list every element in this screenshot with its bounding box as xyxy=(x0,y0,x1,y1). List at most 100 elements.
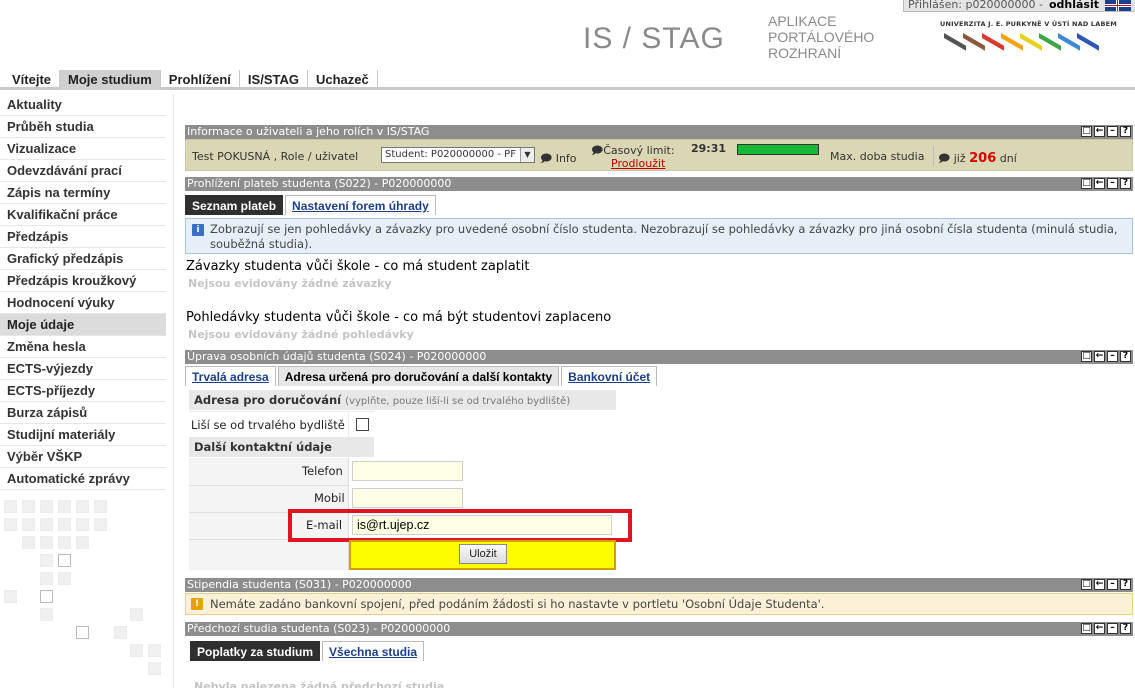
minimize-icon[interactable]: – xyxy=(1107,579,1118,590)
arrow-left-icon[interactable]: ← xyxy=(1094,351,1105,362)
sidebar-item[interactable]: ECTS-výjezdy xyxy=(0,358,166,380)
empty-state: Nejsou evidovány žádné závazky xyxy=(188,277,392,290)
tab-all-studies[interactable]: Všechna studia xyxy=(322,641,425,661)
minimize-icon[interactable]: – xyxy=(1107,126,1118,137)
sidebar-item[interactable]: Aktuality xyxy=(0,94,166,116)
arrow-left-icon[interactable]: ← xyxy=(1094,178,1105,189)
arrow-left-icon[interactable]: ← xyxy=(1094,623,1105,634)
divider xyxy=(189,485,349,486)
window-icon[interactable]: □ xyxy=(1081,579,1092,590)
sidebar-item[interactable]: Studijní materiály xyxy=(0,424,166,446)
decorative-square xyxy=(40,518,53,531)
tab-1[interactable]: Moje studium xyxy=(60,70,161,90)
sidebar-item[interactable]: Kvalifikační práce xyxy=(0,204,166,226)
logout-link[interactable]: odhlásit xyxy=(1049,0,1099,10)
personal-tabs: Trvalá adresa Adresa určená pro doručová… xyxy=(185,366,658,386)
role-select[interactable]: Student: P020000000 - PF ▼ xyxy=(381,147,535,163)
decorative-square xyxy=(148,644,161,657)
sidebar-item[interactable]: Automatické zprávy xyxy=(0,468,166,490)
app-subtitle-line: PORTÁLOVÉHO xyxy=(768,29,875,45)
extend-link[interactable]: Prodloužit xyxy=(611,157,665,170)
decorative-square xyxy=(58,554,71,567)
decorative-square xyxy=(40,536,53,549)
sidebar-item[interactable]: Změna hesla xyxy=(0,336,166,358)
minimize-icon[interactable]: – xyxy=(1107,178,1118,189)
sidebar-item[interactable]: Předzápis xyxy=(0,226,166,248)
sidebar-item[interactable]: Zápis na termíny xyxy=(0,182,166,204)
portlet-controls: □ ← –? xyxy=(1081,351,1131,362)
tab-study-fees[interactable]: Poplatky za studium xyxy=(190,641,321,661)
tab-payment-forms[interactable]: Nastavení forem úhrady xyxy=(285,195,436,215)
sidebar-item[interactable]: Průběh studia xyxy=(0,116,166,138)
window-icon[interactable]: □ xyxy=(1081,178,1092,189)
help-icon[interactable]: ? xyxy=(1120,623,1131,634)
decorative-square xyxy=(76,500,89,513)
info-link[interactable]: 🗩 Info xyxy=(540,150,577,169)
payments-tabs: Seznam plateb Nastavení forem úhrady xyxy=(185,195,436,215)
save-button[interactable]: Uložit xyxy=(459,544,507,564)
chevron-down-icon[interactable]: ▼ xyxy=(520,148,534,162)
english-flag-icon[interactable] xyxy=(1105,0,1131,11)
window-icon[interactable]: □ xyxy=(1081,623,1092,634)
info-notice: i Zobrazují se jen pohledávky a závazky … xyxy=(185,218,1133,254)
logo-stripes-icon xyxy=(940,31,1100,57)
portlet-header-previous: Předchozí studia studenta (S023) - P0200… xyxy=(185,622,1133,636)
portlet-header-payments: Prohlížení plateb studenta (S022) - P020… xyxy=(185,177,1133,191)
comment-icon: 🗩 xyxy=(591,144,604,157)
tab-bank-account[interactable]: Bankovní účet xyxy=(561,366,658,386)
days-value: 206 xyxy=(969,151,997,166)
arrow-left-icon[interactable]: ← xyxy=(1094,579,1105,590)
help-icon[interactable]: ? xyxy=(1120,126,1131,137)
tab-delivery-address[interactable]: Adresa určená pro doručování a další kon… xyxy=(277,366,560,386)
minimize-icon[interactable]: – xyxy=(1107,351,1118,362)
differs-label: Liší se od trvalého bydliště xyxy=(191,418,345,432)
university-logo[interactable]: UNIVERZITA J. E. PURKYNĚ V ÚSTÍ NAD LABE… xyxy=(940,20,1117,60)
arrow-left-icon[interactable]: ← xyxy=(1094,126,1105,137)
phone-input[interactable] xyxy=(352,461,463,481)
sidebar-item[interactable]: Hodnocení výuky xyxy=(0,292,166,314)
decorative-square xyxy=(130,644,143,657)
decorative-square xyxy=(22,518,35,531)
sidebar-item[interactable]: Moje údaje xyxy=(0,314,166,336)
tab-2[interactable]: Prohlížení xyxy=(161,70,240,90)
max-duration-label: Max. doba studia xyxy=(830,150,925,163)
tab-0[interactable]: Vítejte xyxy=(4,70,61,90)
sidebar-item[interactable]: ECTS-příjezdy xyxy=(0,380,166,402)
time-value: 29:31 xyxy=(691,142,727,155)
help-icon[interactable]: ? xyxy=(1120,579,1131,590)
sidebar-item[interactable]: Odevzdávání prací xyxy=(0,160,166,182)
decorative-square xyxy=(76,518,89,531)
decorative-square xyxy=(4,590,17,603)
sidebar-item[interactable]: Grafický předzápis xyxy=(0,248,166,270)
tab-permanent-address[interactable]: Trvalá adresa xyxy=(185,366,276,386)
heading-hint: (vyplňte, pouze liší-li se od trvalého b… xyxy=(345,396,571,407)
window-icon[interactable]: □ xyxy=(1081,351,1092,362)
sidebar-item[interactable]: Výběr VŠKP xyxy=(0,446,166,468)
tab-4[interactable]: Uchazeč xyxy=(308,70,378,90)
sidebar-item[interactable]: Vizualizace xyxy=(0,138,166,160)
help-icon[interactable]: ? xyxy=(1120,351,1131,362)
help-icon[interactable]: ? xyxy=(1120,178,1131,189)
comment-icon: 🗩 xyxy=(938,152,951,165)
tab-payment-list[interactable]: Seznam plateb xyxy=(185,195,284,215)
decorative-square xyxy=(4,518,17,531)
portlet-controls: □ ← –? xyxy=(1081,126,1131,137)
mobile-input[interactable] xyxy=(352,488,463,508)
differs-checkbox[interactable] xyxy=(356,418,369,431)
window-icon[interactable]: □ xyxy=(1081,126,1092,137)
mobile-label: Mobil xyxy=(314,491,345,505)
sidebar-item[interactable]: Předzápis kroužkový xyxy=(0,270,166,292)
empty-state: Nejsou evidovány žádné pohledávky xyxy=(188,328,414,341)
portlet-controls: □ ← –? xyxy=(1081,623,1131,634)
decorative-square xyxy=(114,626,127,639)
role-select-value: Student: P020000000 - PF xyxy=(385,149,516,160)
days-unit: dní xyxy=(999,152,1017,165)
minimize-icon[interactable]: – xyxy=(1107,623,1118,634)
user-role-text: Test POKUSNÁ , Role / uživatel xyxy=(192,150,359,163)
sidebar-item[interactable]: Burza zápisů xyxy=(0,402,166,424)
portlet-title: Stipendia studenta (S031) - P020000000 xyxy=(187,578,412,591)
phone-label: Telefon xyxy=(302,464,343,478)
portlet-title: Úprava osobních údajů studenta (S024) - … xyxy=(187,350,487,363)
portlet-header-stipends: Stipendia studenta (S031) - P020000000 □… xyxy=(185,578,1133,592)
tab-3[interactable]: IS/STAG xyxy=(240,70,308,90)
